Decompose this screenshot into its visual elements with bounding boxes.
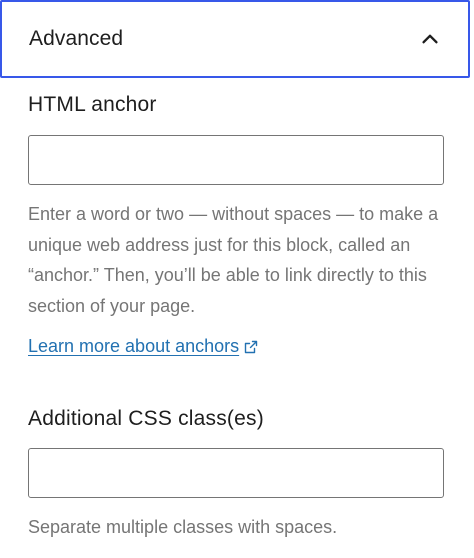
html-anchor-input[interactable] xyxy=(28,135,444,185)
learn-more-anchors-link[interactable]: Learn more about anchors xyxy=(28,336,259,357)
advanced-panel: Advanced HTML anchor Enter a word or two… xyxy=(0,0,474,558)
learn-more-link-text: Learn more about anchors xyxy=(28,336,240,356)
html-anchor-help: Enter a word or two — without spaces — t… xyxy=(28,204,439,316)
css-classes-help: Separate multiple classes with spaces. xyxy=(28,517,338,537)
panel-title: Advanced xyxy=(29,27,124,50)
css-classes-label: Additional CSS class(es) xyxy=(28,407,264,430)
html-anchor-label: HTML anchor xyxy=(28,93,157,116)
external-link-icon xyxy=(243,339,259,355)
css-classes-input[interactable] xyxy=(28,448,444,498)
chevron-up-icon xyxy=(418,27,442,51)
advanced-panel-toggle[interactable]: Advanced xyxy=(0,0,470,78)
